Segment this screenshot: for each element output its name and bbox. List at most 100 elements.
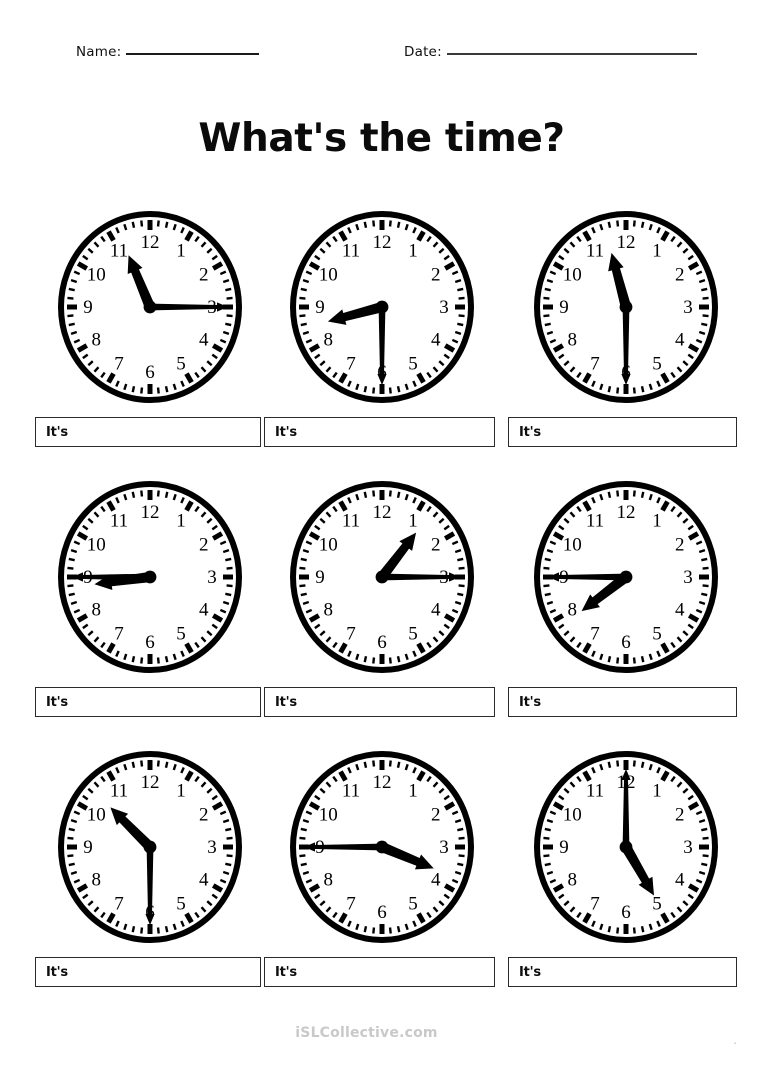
clock-numeral: 9: [315, 297, 325, 318]
clock-numeral: 12: [141, 232, 160, 253]
clock-numeral: 3: [683, 837, 693, 858]
clock-center-hub: [619, 300, 633, 314]
clock-center-hub: [619, 570, 633, 584]
clock-row: 121234567891011It's121234567891011It's12…: [0, 205, 763, 475]
name-write-line[interactable]: [126, 52, 260, 55]
clock-center-hub: [375, 570, 389, 584]
answer-box-1[interactable]: It's: [35, 417, 261, 447]
clock-numeral: 6: [621, 902, 631, 923]
clock-face: 121234567891011: [58, 481, 242, 673]
answer-box-5[interactable]: It's: [264, 687, 495, 717]
clock-numeral: 7: [590, 893, 600, 914]
clock-numeral: 2: [675, 535, 685, 556]
clock-numeral: 6: [145, 362, 155, 383]
clock-numeral: 2: [675, 805, 685, 826]
clock-numeral: 5: [408, 353, 418, 374]
clock-face: 121234567891011: [290, 751, 474, 943]
clock-numeral: 5: [176, 893, 186, 914]
answer-box-3[interactable]: It's: [508, 417, 737, 447]
answer-box-7[interactable]: It's: [35, 957, 261, 987]
clock-numeral: 2: [199, 265, 209, 286]
clock-numeral: 8: [92, 870, 102, 891]
clock-5: 121234567891011: [277, 475, 487, 680]
clock-numeral: 12: [373, 502, 392, 523]
clock-numeral: 8: [568, 600, 578, 621]
answer-box-8[interactable]: It's: [264, 957, 495, 987]
clock-numeral: 1: [652, 781, 662, 802]
clock-numeral: 1: [408, 781, 418, 802]
answer-box-2[interactable]: It's: [264, 417, 495, 447]
clock-face: 121234567891011: [534, 751, 718, 943]
date-label: Date:: [404, 44, 442, 60]
clock-center-hub: [375, 840, 389, 854]
clock-center-hub: [619, 840, 633, 854]
watermark-label: iSLCollective.com: [295, 1025, 438, 1041]
clock-numeral: 10: [87, 265, 106, 286]
answer-box-4[interactable]: It's: [35, 687, 261, 717]
clock-numeral: 7: [346, 623, 356, 644]
clock-numeral: 10: [319, 265, 338, 286]
clock-8: 121234567891011: [277, 745, 487, 950]
clock-numeral: 10: [319, 805, 338, 826]
clock-numeral: 11: [342, 241, 360, 262]
clock-cell-7: 121234567891011It's: [32, 745, 268, 987]
clock-numeral: 10: [563, 535, 582, 556]
clock-numeral: 7: [346, 353, 356, 374]
clock-cell-1: 121234567891011It's: [32, 205, 268, 447]
clock-numeral: 6: [621, 632, 631, 653]
clock-numeral: 5: [176, 353, 186, 374]
clock-face: 121234567891011: [290, 211, 474, 403]
clock-numeral: 10: [87, 535, 106, 556]
clock-numeral: 12: [141, 502, 160, 523]
name-field-group: Name:: [76, 44, 260, 60]
clock-numeral: 7: [114, 893, 124, 914]
clock-numeral: 9: [559, 297, 569, 318]
clock-numeral: 1: [408, 241, 418, 262]
clock-numeral: 3: [439, 837, 449, 858]
date-write-line[interactable]: [446, 52, 697, 55]
clock-numeral: 7: [346, 893, 356, 914]
clock-numeral: 1: [652, 511, 662, 532]
clock-numeral: 7: [114, 353, 124, 374]
clock-numeral: 4: [431, 870, 441, 891]
clock-numeral: 11: [110, 781, 128, 802]
clock-numeral: 12: [617, 232, 636, 253]
clock-numeral: 3: [683, 297, 693, 318]
clock-numeral: 9: [83, 297, 93, 318]
clock-numeral: 12: [373, 232, 392, 253]
clock-3: 121234567891011: [521, 205, 731, 410]
clock-cell-4: 121234567891011It's: [32, 475, 268, 717]
clock-numeral: 3: [207, 567, 217, 588]
clock-cell-3: 121234567891011It's: [508, 205, 744, 447]
clock-numeral: 2: [431, 265, 441, 286]
clock-numeral: 11: [342, 781, 360, 802]
clock-numeral: 2: [199, 535, 209, 556]
answer-prefix-label: It's: [275, 964, 297, 980]
clock-numeral: 11: [586, 241, 604, 262]
clock-numeral: 8: [92, 600, 102, 621]
clock-numeral: 2: [675, 265, 685, 286]
clock-numeral: 4: [431, 330, 441, 351]
clock-numeral: 11: [110, 241, 128, 262]
clock-numeral: 5: [652, 353, 662, 374]
clock-1: 121234567891011: [45, 205, 255, 410]
clock-grid: 121234567891011It's121234567891011It's12…: [0, 205, 763, 1015]
clock-numeral: 2: [199, 805, 209, 826]
answer-prefix-label: It's: [519, 694, 541, 710]
clock-numeral: 8: [324, 870, 334, 891]
clock-7: 121234567891011: [45, 745, 255, 950]
clock-numeral: 1: [408, 511, 418, 532]
clock-numeral: 5: [652, 893, 662, 914]
clock-cell-5: 121234567891011It's: [264, 475, 500, 717]
clock-numeral: 5: [652, 623, 662, 644]
clock-center-hub: [375, 300, 389, 314]
clock-cell-9: 121234567891011It's: [508, 745, 744, 987]
clock-numeral: 1: [176, 511, 186, 532]
clock-9: 121234567891011: [521, 745, 731, 950]
clock-numeral: 12: [617, 502, 636, 523]
clock-numeral: 10: [563, 805, 582, 826]
clock-numeral: 3: [207, 837, 217, 858]
clock-numeral: 5: [408, 893, 418, 914]
answer-box-9[interactable]: It's: [508, 957, 737, 987]
answer-box-6[interactable]: It's: [508, 687, 737, 717]
